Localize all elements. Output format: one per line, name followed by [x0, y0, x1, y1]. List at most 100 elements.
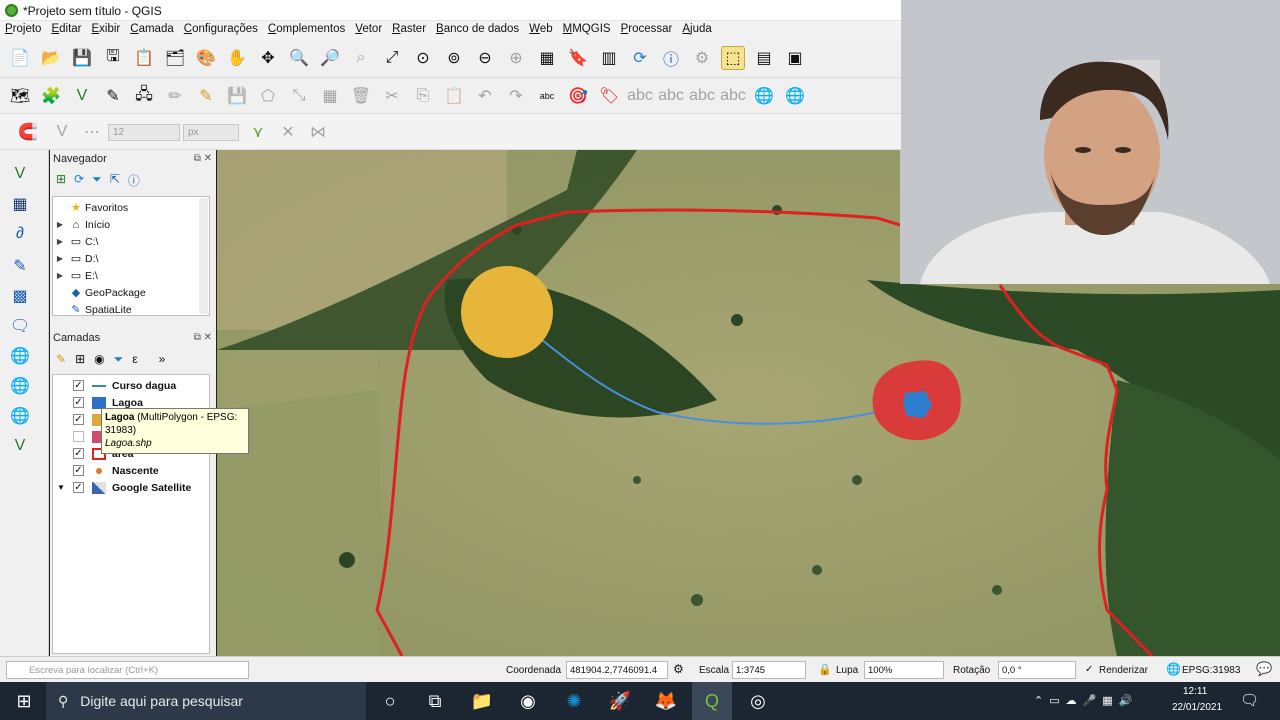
- zoom-native-icon[interactable]: ⌕: [349, 46, 373, 70]
- redo-icon[interactable]: ↷: [504, 84, 528, 108]
- snap-options-icon[interactable]: ⋯: [80, 120, 104, 144]
- menu-raster[interactable]: Raster: [387, 21, 431, 35]
- move-label-icon[interactable]: abc: [658, 84, 684, 108]
- menu-editar[interactable]: Editar: [46, 21, 86, 35]
- menu-projeto[interactable]: Projeto: [0, 21, 46, 35]
- file-explorer-icon[interactable]: 📁: [462, 682, 502, 720]
- collapse-all-icon[interactable]: ⇱: [110, 172, 120, 189]
- pan-icon[interactable]: ✋: [225, 46, 249, 70]
- filter-expression-icon[interactable]: ε: [132, 352, 137, 367]
- add-postgis-icon[interactable]: 🗨: [8, 314, 32, 338]
- lock-scale-icon[interactable]: 🔒: [818, 663, 832, 676]
- menu-camada[interactable]: Camada: [125, 21, 178, 35]
- taskbar-search[interactable]: ⚲ Digite aqui para pesquisar: [46, 682, 366, 720]
- task-view-icon[interactable]: ⧉: [415, 682, 455, 720]
- show-bookmarks-icon[interactable]: ▥: [597, 46, 621, 70]
- crs-globe-icon[interactable]: 🌐: [1166, 662, 1181, 676]
- firefox-icon[interactable]: 🦊: [646, 682, 686, 720]
- avoid-overlap-icon[interactable]: ✕: [276, 120, 300, 144]
- system-tray-icons[interactable]: ⌃▭☁🎤▦🔊: [1034, 694, 1138, 707]
- topological-editing-icon[interactable]: ⋎: [246, 120, 270, 144]
- toggle-extents-icon[interactable]: ⚙: [673, 662, 684, 676]
- identify-icon[interactable]: ⓘ: [659, 46, 683, 70]
- toggle-editing-icon[interactable]: ✎: [194, 84, 218, 108]
- pin-labels-icon[interactable]: 🏷: [597, 84, 621, 108]
- collapse-arrow-icon[interactable]: ▼: [57, 483, 65, 492]
- layer-diagram-icon[interactable]: 🎯: [566, 84, 590, 108]
- delete-selected-icon[interactable]: 🗑: [349, 84, 373, 108]
- layer-visibility-checkbox[interactable]: ✓: [73, 397, 84, 408]
- digitize-icon[interactable]: ✎: [101, 84, 125, 108]
- filter-legend-icon[interactable]: ⏷: [114, 352, 124, 367]
- vertex-tool-icon[interactable]: ⤡: [287, 84, 311, 108]
- messages-icon[interactable]: 💬: [1256, 661, 1272, 677]
- coordinate-field[interactable]: 481904.2,7746091.4: [566, 661, 668, 679]
- filter-browser-icon[interactable]: ⏷: [92, 172, 102, 189]
- rotation-spinbox[interactable]: 0,0 °: [998, 661, 1076, 679]
- snap-intersection-icon[interactable]: ⋈: [306, 120, 330, 144]
- bookmark-icon[interactable]: 🔖: [566, 46, 590, 70]
- undo-icon[interactable]: ↶: [473, 84, 497, 108]
- save-as-icon[interactable]: 🖫: [101, 46, 125, 70]
- nav-item-c-drive[interactable]: ▶ ▭ C:\: [53, 233, 201, 250]
- zoom-full-icon[interactable]: ⤢: [380, 46, 404, 70]
- open-attribute-table-icon[interactable]: ▤: [752, 46, 776, 70]
- style-manager-icon[interactable]: 🎨: [194, 46, 218, 70]
- menu-banco-de-dados[interactable]: Banco de dados: [431, 21, 524, 35]
- zoom-to-layer-icon[interactable]: ⊚: [442, 46, 466, 70]
- snapping-magnet-icon[interactable]: 🧲: [16, 120, 40, 144]
- actions-icon[interactable]: ⚙: [690, 46, 714, 70]
- snapping-tolerance-field[interactable]: 12: [108, 124, 180, 141]
- chrome-icon[interactable]: ◉: [508, 682, 548, 720]
- nav-item-favoritos[interactable]: ★ Favoritos: [53, 199, 201, 216]
- add-wms-layer-icon[interactable]: 🌐: [8, 344, 32, 368]
- crs-indicator[interactable]: EPSG:31983: [1182, 665, 1240, 676]
- pan-to-selection-icon[interactable]: ✥: [256, 46, 280, 70]
- refresh-browser-icon[interactable]: ⟳: [74, 172, 84, 189]
- zoom-last-icon[interactable]: ⊖: [473, 46, 497, 70]
- new-project-icon[interactable]: 📄: [8, 46, 32, 70]
- zoom-to-selection-icon[interactable]: ⊙: [411, 46, 435, 70]
- nav-item-spatialite[interactable]: ✎ SpatiaLite: [53, 301, 201, 318]
- render-checkbox[interactable]: ✓: [1085, 664, 1093, 675]
- add-selected-icon[interactable]: ⊞: [56, 172, 66, 189]
- notifications-icon[interactable]: 🗨: [1240, 691, 1259, 709]
- save-layer-edits-icon[interactable]: 💾: [225, 84, 249, 108]
- layer-row-nascente[interactable]: ✓ Nascente: [53, 462, 209, 479]
- nav-item-e-drive[interactable]: ▶ ▭ E:\: [53, 267, 201, 284]
- data-source-manager-icon[interactable]: 🗺: [8, 84, 32, 108]
- refresh-icon[interactable]: ⟳: [628, 46, 652, 70]
- expand-arrow-icon[interactable]: ▶: [53, 254, 67, 263]
- zoom-out-icon[interactable]: 🔎: [318, 46, 342, 70]
- deselect-icon[interactable]: ▣: [783, 46, 807, 70]
- scale-select[interactable]: 1:3745: [732, 661, 806, 679]
- zoom-in-icon[interactable]: 🔍: [287, 46, 311, 70]
- app-icon-blue[interactable]: ✺: [554, 682, 594, 720]
- add-wcs-layer-icon[interactable]: 🌐: [8, 404, 32, 428]
- snapping-unit-select[interactable]: px: [183, 124, 239, 141]
- add-spatialite-icon[interactable]: ✎: [8, 254, 32, 278]
- layers-close-icon[interactable]: ⧉ ✕: [194, 332, 212, 343]
- layer-visibility-checkbox[interactable]: ✓: [73, 380, 84, 391]
- new-layer-icon[interactable]: 🧩: [39, 84, 63, 108]
- layer-visibility-checkbox[interactable]: [73, 431, 84, 442]
- plugin-globe2-icon[interactable]: 🌐: [783, 84, 807, 108]
- nav-item-geopackage[interactable]: ◆ GeoPackage: [53, 284, 201, 301]
- enable-properties-icon[interactable]: ⓘ: [128, 172, 140, 189]
- add-wms-icon[interactable]: 🖧: [132, 84, 156, 108]
- app-icon-rocket[interactable]: 🚀: [600, 682, 640, 720]
- layer-visibility-checkbox[interactable]: ✓: [73, 414, 84, 425]
- layer-visibility-checkbox[interactable]: ✓: [73, 448, 84, 459]
- expand-arrow-icon[interactable]: ▶: [53, 237, 67, 246]
- layout-manager-icon[interactable]: 🗂: [163, 46, 187, 70]
- expand-arrow-icon[interactable]: ▶: [53, 220, 67, 229]
- copy-features-icon[interactable]: ⎘: [411, 84, 435, 108]
- clock-time[interactable]: 12:11: [1183, 686, 1207, 697]
- menu-complementos[interactable]: Complementos: [263, 21, 350, 35]
- navigator-close-icon[interactable]: ⧉ ✕: [194, 153, 212, 164]
- menu-ajuda[interactable]: Ajuda: [677, 21, 716, 35]
- menu-vetor[interactable]: Vetor: [350, 21, 387, 35]
- change-label-icon[interactable]: abc: [720, 84, 746, 108]
- save-project-icon[interactable]: 💾: [70, 46, 94, 70]
- menu-configuracoes[interactable]: Configurações: [179, 21, 263, 35]
